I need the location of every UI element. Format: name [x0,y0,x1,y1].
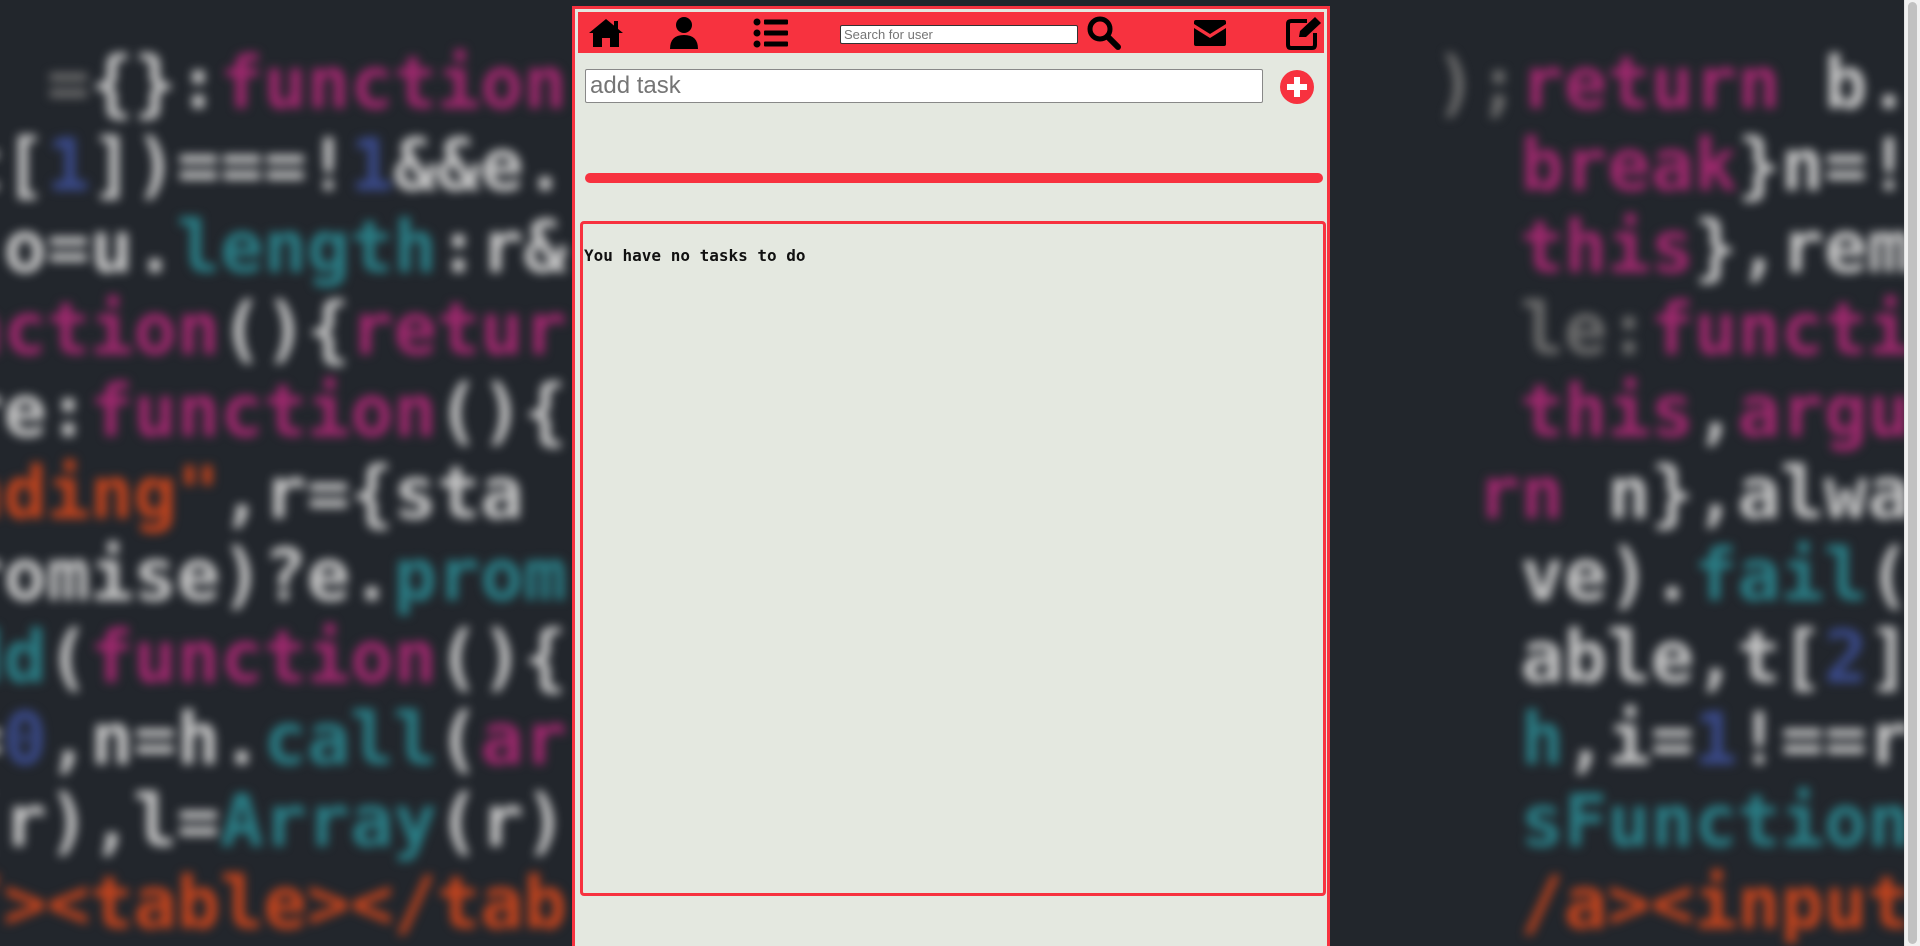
task-list-panel: You have no tasks to do [580,221,1326,896]
envelope-icon[interactable] [1190,16,1230,50]
edit-icon[interactable] [1284,16,1324,50]
search-icon[interactable] [1084,16,1124,50]
empty-tasks-message: You have no tasks to do [584,246,806,265]
scrollbar-thumb[interactable] [1908,2,1917,944]
user-search-input[interactable] [840,25,1078,44]
home-icon[interactable] [586,16,626,50]
add-task-input[interactable] [585,69,1263,103]
user-icon[interactable] [664,16,704,50]
plus-circle-icon [1280,70,1314,104]
list-icon[interactable] [751,16,791,50]
todo-app: You have no tasks to do [572,6,1330,946]
add-task-button[interactable] [1279,69,1315,105]
navbar [578,12,1324,53]
page-scrollbar[interactable] [1904,0,1920,946]
divider-bar [585,173,1323,183]
